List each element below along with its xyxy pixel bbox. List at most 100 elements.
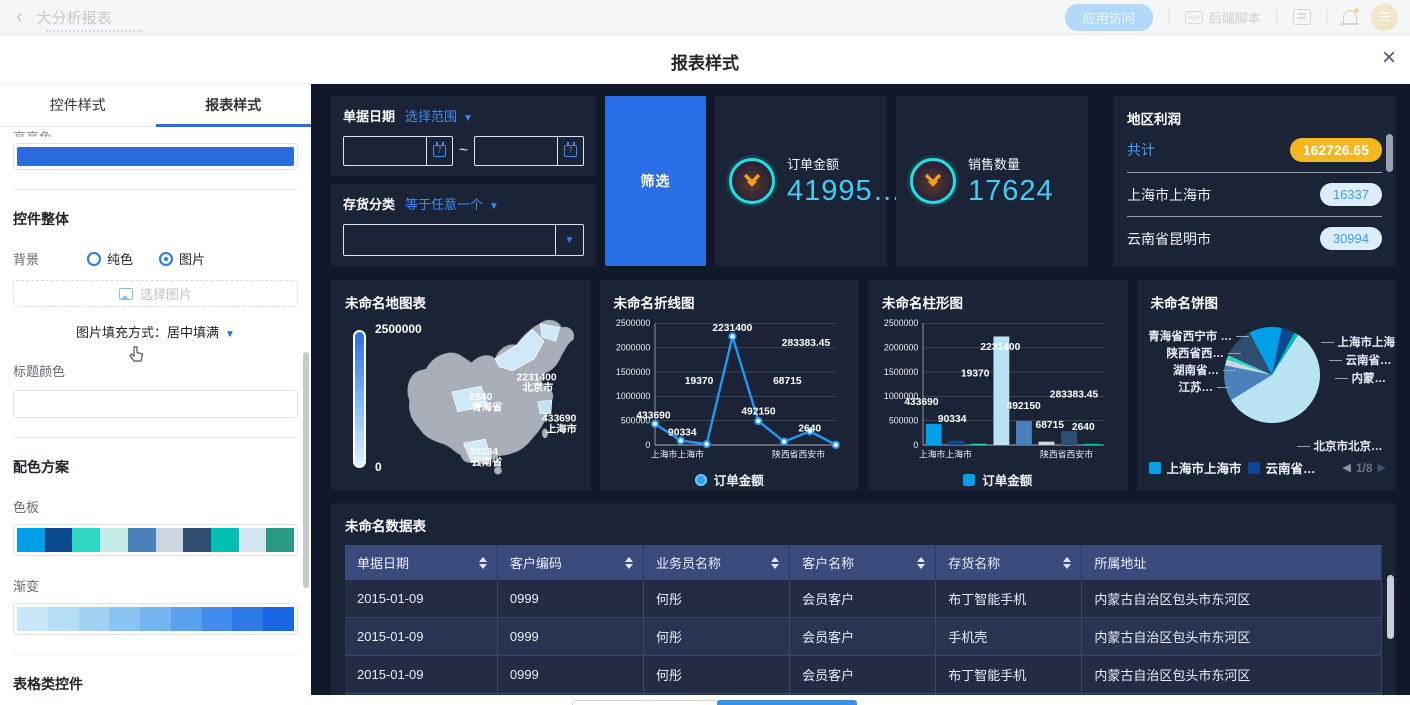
category-op-dropdown[interactable]: 等于任意一个▼: [405, 194, 499, 213]
map-gradient-legend: [353, 330, 366, 468]
choose-image-button[interactable]: 选择图片: [13, 280, 298, 307]
bar-chart-legend[interactable]: 订单金额: [882, 470, 1114, 489]
date-start-input[interactable]: 7: [343, 136, 453, 166]
gradient-step: [17, 607, 48, 631]
palette-swatch: [266, 528, 294, 552]
table-cell: 0999: [497, 656, 643, 694]
modal-footer: [0, 695, 1410, 705]
svg-text:492150: 492150: [741, 407, 775, 418]
map-chart-card: 未命名地图表 2500000 0 264: [331, 280, 591, 490]
svg-text:0: 0: [645, 440, 650, 450]
column-header-4[interactable]: 客户名称: [790, 545, 936, 580]
legend-prev-arrow[interactable]: ◀: [1342, 461, 1350, 474]
date-range-dropdown[interactable]: 选择范围▼: [405, 106, 473, 125]
date-filter-label: 单据日期: [343, 106, 395, 125]
calendar-icon[interactable]: 7: [557, 137, 583, 165]
panel-scrollbar[interactable]: [303, 352, 309, 588]
app-access-button[interactable]: 应用访问: [1065, 4, 1153, 31]
pie-slice-label: 北京市北京…: [1297, 438, 1383, 454]
kpi-card-sales-qty: 销售数量 17624: [896, 96, 1088, 266]
category-select[interactable]: ▼: [343, 224, 584, 256]
kpi-gauge-icon: [729, 158, 775, 204]
data-table: 单据日期客户编码业务员名称客户名称存货名称所属地址 2015-01-090999…: [345, 545, 1382, 695]
region-value-badge: 16337: [1320, 183, 1382, 206]
avatar[interactable]: ☰: [1371, 4, 1398, 31]
table-row: 2015-01-090999何彤会员客户布丁智能手机内蒙古自治区包头市东河区: [345, 656, 1382, 694]
column-header-2[interactable]: 客户编码: [497, 545, 643, 580]
highlight-color-swatch[interactable]: [13, 143, 298, 170]
region-row: 共计162726.65: [1127, 128, 1382, 173]
palette-swatch: [45, 528, 73, 552]
back-icon[interactable]: ‹: [16, 6, 23, 29]
title-color-input[interactable]: [13, 390, 298, 418]
svg-text:2500000: 2500000: [884, 318, 918, 328]
legend-page-indicator: 1/8: [1356, 461, 1373, 475]
table-cell: 会员客户: [790, 580, 936, 618]
table-cell: 手机壳: [936, 618, 1082, 656]
column-header-3[interactable]: 业务员名称: [644, 545, 790, 580]
bar-chart: 25000002000000150000010000005000000上海市上海…: [882, 312, 1115, 464]
legend-label[interactable]: 上海市上海市: [1167, 458, 1242, 477]
svg-text:90334: 90334: [938, 414, 967, 425]
gradient-step: [232, 607, 263, 631]
filter-button[interactable]: 筛选: [605, 96, 706, 266]
table-cell: 布丁智能手机: [936, 656, 1082, 694]
region-value-badge: 162726.65: [1290, 138, 1382, 162]
cancel-button[interactable]: [572, 700, 718, 705]
date-filter-card: 单据日期 选择范围▼ 7 ~ 7: [331, 96, 596, 176]
data-table-title: 未命名数据表: [345, 515, 1382, 535]
image-fill-mode-dropdown[interactable]: 图片填充方式：居中填满▼: [13, 322, 298, 341]
color-fill: [17, 147, 294, 166]
svg-text:2231400: 2231400: [712, 323, 752, 334]
line-chart-card: 未命名折线图 250000020000001500000100000050000…: [600, 280, 860, 490]
radio-image[interactable]: 图片: [159, 249, 205, 268]
region-value-badge: 30994: [1320, 227, 1382, 250]
gradient-step: [48, 607, 79, 631]
table-scrollbar[interactable]: [1387, 575, 1394, 639]
gradient-step: [171, 607, 202, 631]
calendar-icon[interactable]: 7: [426, 137, 452, 165]
legend-next-arrow[interactable]: ▶: [1378, 461, 1386, 474]
divider: |: [1275, 8, 1279, 26]
table-cell: 布丁智能手机: [936, 580, 1082, 618]
column-header-5[interactable]: 存货名称: [936, 545, 1082, 580]
sort-icon[interactable]: [479, 557, 487, 569]
column-header-1[interactable]: 单据日期: [345, 545, 497, 580]
line-chart-legend[interactable]: 订单金额: [614, 470, 846, 489]
app-title: 大分析报表: [37, 7, 112, 28]
bar-chart-card: 未命名柱形图 250000020000001500000100000050000…: [868, 280, 1128, 490]
kpi-card-order-amount: 订单金额 41995…: [715, 96, 887, 266]
sort-icon[interactable]: [771, 557, 779, 569]
pie-slice-label: 青海省西宁市 …: [1148, 328, 1249, 344]
svg-text:68715: 68715: [773, 376, 802, 387]
backend-script-button[interactable]: </> 后端脚本: [1185, 8, 1261, 27]
gradient-strip[interactable]: [13, 603, 298, 635]
notification-bell-icon[interactable]: [1343, 10, 1357, 24]
sort-icon[interactable]: [917, 557, 925, 569]
map-name: 云南省: [471, 456, 503, 469]
sort-icon[interactable]: [1063, 557, 1071, 569]
gradient-label: 渐变: [13, 576, 298, 595]
close-icon[interactable]: ×: [1382, 46, 1396, 70]
tab-report-style[interactable]: 报表样式: [156, 84, 312, 126]
region-scrollbar[interactable]: [1386, 134, 1393, 172]
svg-text:2640: 2640: [1072, 422, 1095, 433]
svg-text:上海市上海市: 上海市上海市: [650, 448, 703, 459]
notification-dot: [1354, 8, 1359, 13]
radio-solid-color[interactable]: 纯色: [87, 249, 133, 268]
contact-icon[interactable]: [1293, 9, 1311, 25]
table-cell: 2015-01-09: [345, 580, 497, 618]
tab-widget-style[interactable]: 控件样式: [0, 84, 156, 126]
legend-label[interactable]: 云南省…: [1266, 458, 1316, 477]
chevron-down-icon: ▼: [489, 201, 499, 212]
svg-text:1500000: 1500000: [884, 367, 918, 377]
date-end-input[interactable]: 7: [474, 136, 584, 166]
map-value: 2231400: [517, 372, 557, 383]
table-cell: 何彤: [644, 656, 790, 694]
palette-strip[interactable]: [13, 524, 298, 556]
mouse-hand-cursor: [128, 345, 145, 365]
svg-text:陕西省西安市: 陕西省西安市: [1040, 448, 1093, 459]
sort-icon[interactable]: [625, 557, 633, 569]
confirm-button[interactable]: [717, 700, 857, 705]
svg-text:0: 0: [913, 440, 918, 450]
